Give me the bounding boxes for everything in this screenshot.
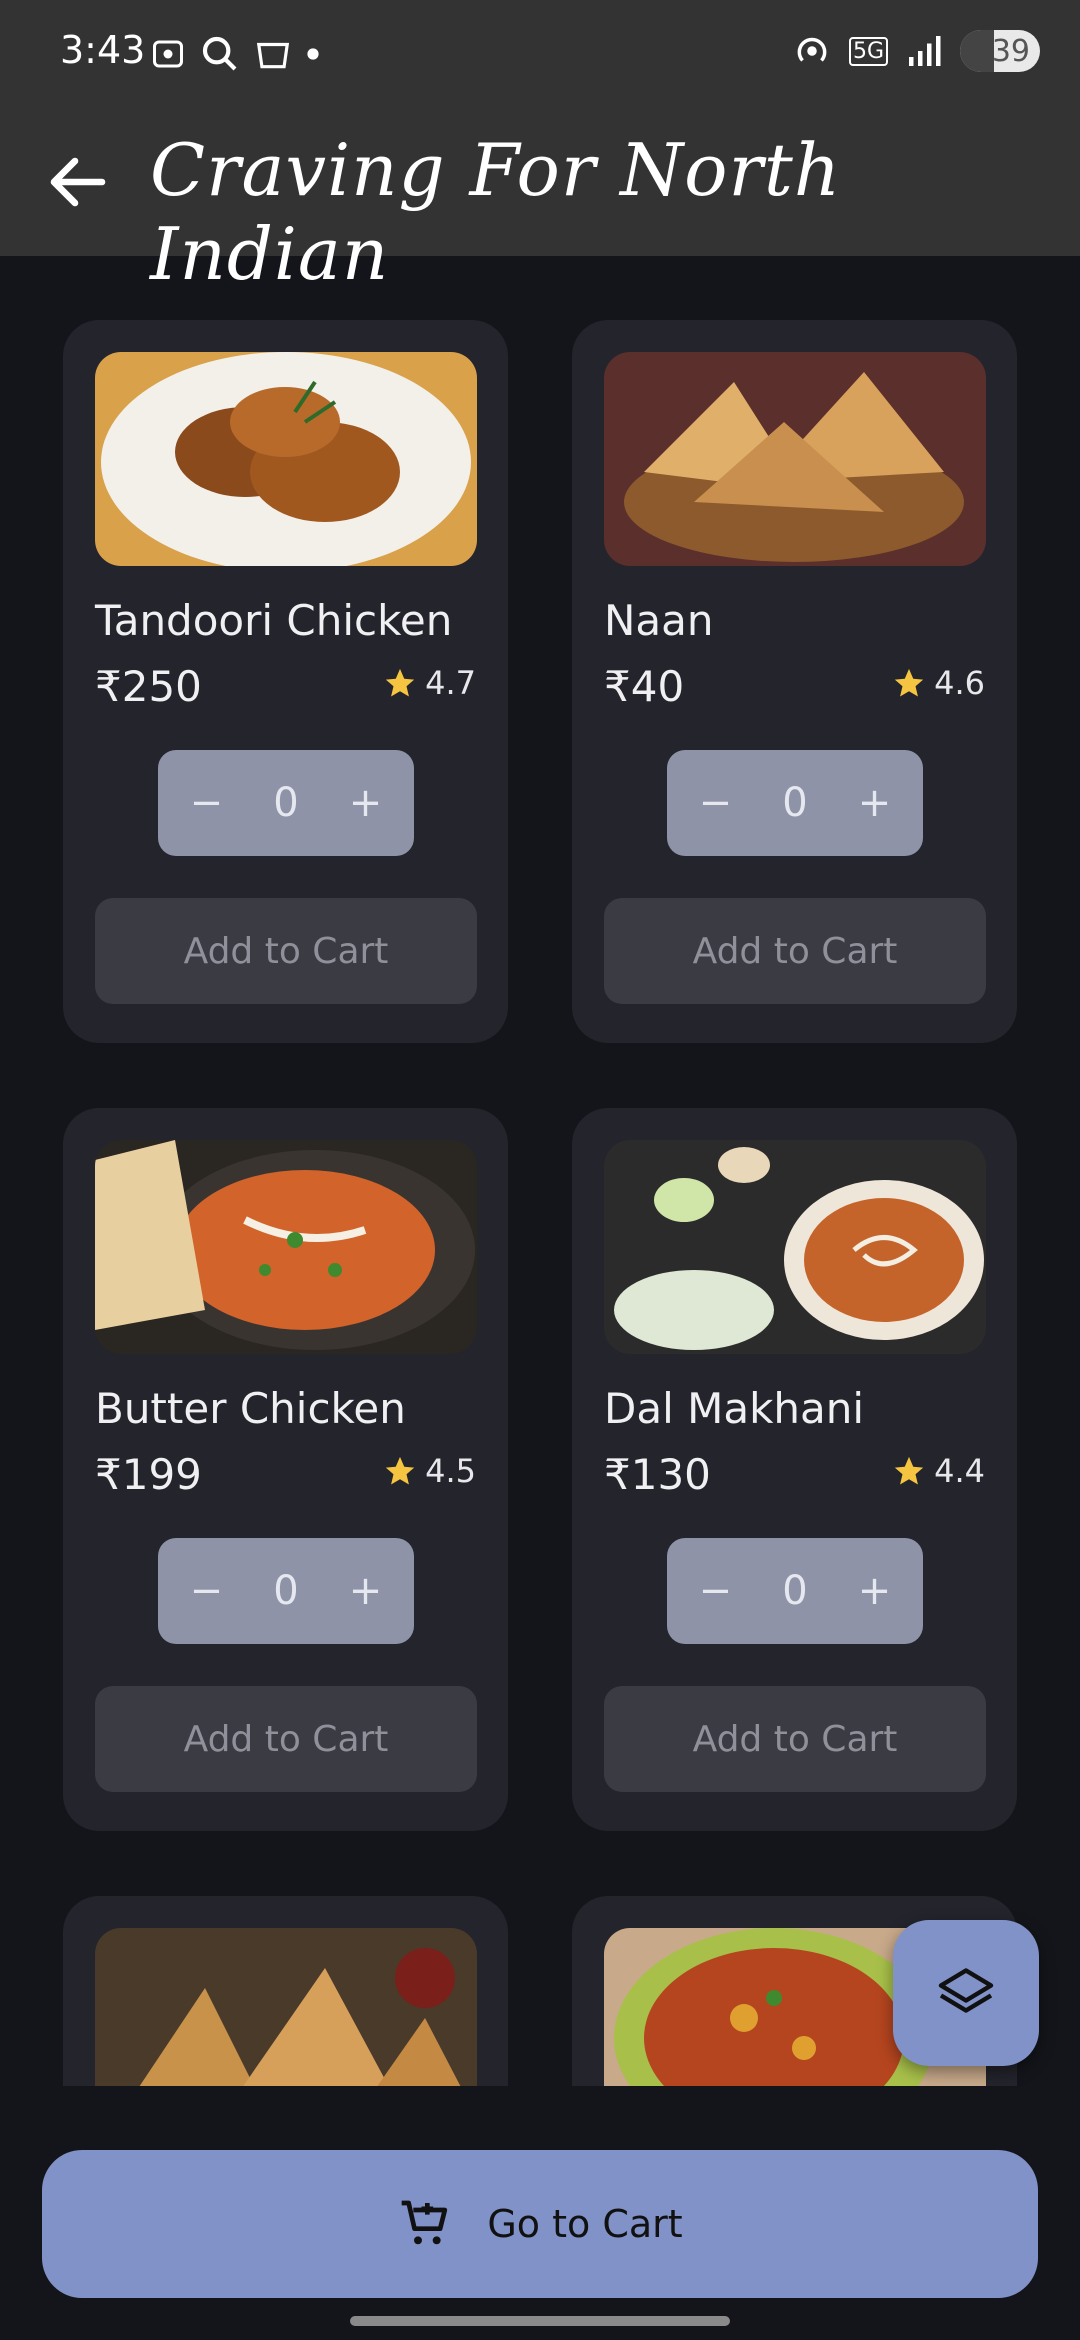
item-rating: 4.6 [892, 664, 985, 702]
screenshot-icon [153, 40, 183, 68]
decrement-button[interactable]: − [176, 1568, 236, 1614]
item-name: Tandoori Chicken [95, 596, 453, 645]
dot-icon [307, 48, 319, 60]
add-to-cart-button[interactable]: Add to Cart [95, 898, 477, 1004]
back-arrow-icon [50, 157, 106, 207]
quantity-value: 0 [782, 780, 808, 826]
add-to-cart-button[interactable]: Add to Cart [604, 898, 986, 1004]
app-icon [256, 42, 290, 69]
network-5g-icon: 5G [848, 36, 888, 66]
increment-button[interactable]: + [336, 1568, 396, 1614]
item-name: Naan [604, 596, 714, 645]
go-to-cart-button[interactable]: Go to Cart [42, 2150, 1038, 2298]
star-icon [385, 668, 415, 697]
food-image-samosa [95, 1928, 477, 2086]
add-to-cart-button[interactable]: Add to Cart [604, 1686, 986, 1792]
item-price: ₹40 [604, 662, 685, 711]
item-name: Butter Chicken [95, 1384, 406, 1433]
increment-button[interactable]: + [845, 1568, 905, 1614]
search-icon [202, 36, 237, 71]
rating-value: 4.5 [425, 1452, 476, 1490]
quantity-stepper: − 0 + [158, 750, 414, 856]
star-icon [894, 1456, 924, 1485]
cart-add-icon [401, 2200, 448, 2245]
item-rating: 4.5 [383, 1452, 476, 1490]
layers-fab-button[interactable] [893, 1920, 1039, 2066]
item-rating: 4.4 [892, 1452, 985, 1490]
item-name: Dal Makhani [604, 1384, 865, 1433]
rating-value: 4.4 [934, 1452, 985, 1490]
quantity-value: 0 [782, 1568, 808, 1614]
notification-icons [150, 34, 320, 74]
increment-button[interactable]: + [336, 780, 396, 826]
quantity-stepper: − 0 + [667, 1538, 923, 1644]
item-price: ₹199 [95, 1450, 202, 1499]
item-price: ₹250 [95, 662, 202, 711]
status-time: 3:43 [60, 28, 146, 72]
quantity-stepper: − 0 + [667, 750, 923, 856]
star-icon [894, 668, 924, 697]
star-icon [385, 1456, 415, 1485]
battery-level: 39 [991, 33, 1030, 69]
decrement-button[interactable]: − [685, 1568, 745, 1614]
go-to-cart-label: Go to Cart [487, 2202, 683, 2246]
increment-button[interactable]: + [845, 780, 905, 826]
signal-icon [909, 36, 941, 66]
menu-grid: Tandoori Chicken ₹250 4.7 − 0 + Add to C… [0, 256, 1080, 2086]
menu-card: Dal Makhani ₹130 4.4 − 0 + Add to Cart [572, 1108, 1017, 1831]
quantity-stepper: − 0 + [158, 1538, 414, 1644]
rating-value: 4.7 [425, 664, 476, 702]
menu-card: Naan ₹40 4.6 − 0 + Add to Cart [572, 320, 1017, 1043]
add-to-cart-button[interactable]: Add to Cart [95, 1686, 477, 1792]
menu-card [63, 1896, 508, 2086]
app-bar: Craving For North Indian [0, 110, 1080, 296]
food-image-tandoori-chicken [95, 352, 477, 566]
hotspot-icon [797, 37, 827, 62]
status-bar: 3:43 5G 39 [0, 0, 1080, 110]
decrement-button[interactable]: − [685, 780, 745, 826]
rating-value: 4.6 [934, 664, 985, 702]
layers-icon [938, 1968, 994, 2013]
quantity-value: 0 [273, 1568, 299, 1614]
back-button[interactable] [42, 146, 114, 218]
item-rating: 4.7 [383, 664, 476, 702]
home-indicator[interactable] [350, 2316, 730, 2326]
menu-card: Tandoori Chicken ₹250 4.7 − 0 + Add to C… [63, 320, 508, 1043]
battery-indicator: 39 [960, 30, 1040, 72]
food-image-butter-chicken [95, 1140, 477, 1354]
food-image-dal-makhani [604, 1140, 986, 1354]
item-price: ₹130 [604, 1450, 711, 1499]
food-image-naan [604, 352, 986, 566]
decrement-button[interactable]: − [176, 780, 236, 826]
quantity-value: 0 [273, 780, 299, 826]
system-icons: 5G 39 [793, 30, 1040, 72]
menu-card: Butter Chicken ₹199 4.5 − 0 + Add to Car… [63, 1108, 508, 1831]
